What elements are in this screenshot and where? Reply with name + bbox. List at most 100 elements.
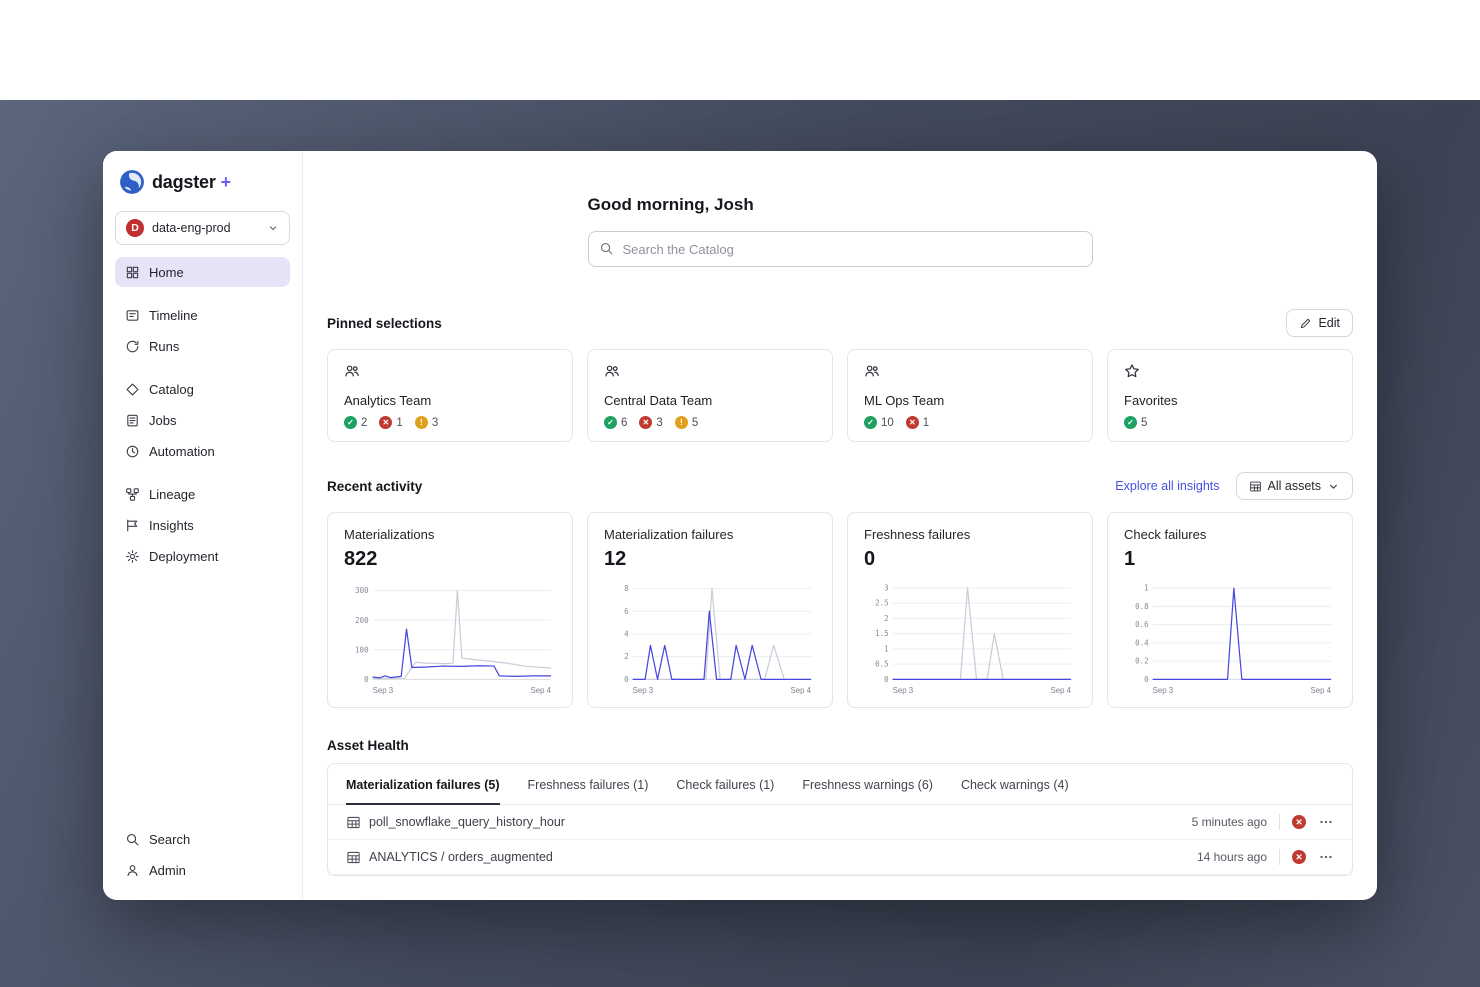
- chart-title: Materializations: [344, 527, 556, 542]
- sidebar-item-jobs[interactable]: Jobs: [115, 405, 290, 435]
- recent-tools: Explore all insights All assets: [1115, 472, 1353, 500]
- asset-health-rows: poll_snowflake_query_history_hour5 minut…: [328, 805, 1352, 875]
- sidebar-item-label: Search: [149, 832, 190, 847]
- pinned-card-title: ML Ops Team: [864, 393, 1076, 408]
- sidebar-item-deployment[interactable]: Deployment: [115, 541, 290, 571]
- status-badge-error: ✕1: [379, 416, 402, 429]
- badge-count: 6: [621, 417, 627, 429]
- workspace-name: data-eng-prod: [152, 221, 259, 235]
- sidebar-item-insights[interactable]: Insights: [115, 510, 290, 540]
- svg-text:4: 4: [624, 630, 629, 639]
- badge-count: 10: [881, 417, 894, 429]
- chart-card-check-failures[interactable]: Check failures100.20.40.60.81Sep 3Sep 4: [1107, 512, 1353, 708]
- svg-text:0: 0: [624, 675, 629, 684]
- sidebar-item-home[interactable]: Home: [115, 257, 290, 287]
- insights-icon: [125, 518, 140, 533]
- pinned-card-analytics-team[interactable]: Analytics Team✓2✕1!3: [327, 349, 573, 442]
- asset-health-tabs: Materialization failures (5) Freshness fa…: [328, 764, 1352, 805]
- svg-text:Sep 3: Sep 3: [893, 686, 914, 695]
- svg-text:2.5: 2.5: [875, 599, 889, 608]
- pinned-section-head: Pinned selections Edit: [327, 309, 1353, 337]
- success-dot-icon: ✓: [604, 416, 617, 429]
- edit-button[interactable]: Edit: [1286, 309, 1353, 337]
- divider: [1279, 814, 1280, 830]
- sidebar-item-admin[interactable]: Admin: [115, 855, 290, 885]
- jobs-icon: [125, 413, 140, 428]
- asset-row-right: 5 minutes ago ✕: [1192, 814, 1334, 830]
- pinned-card-badges: ✓2 ✕1 !3: [344, 416, 556, 429]
- badge-count: 1: [923, 417, 929, 429]
- badge-count: 3: [656, 417, 662, 429]
- svg-text:8: 8: [624, 584, 629, 593]
- badge-count: 2: [361, 417, 367, 429]
- success-dot-icon: ✓: [864, 416, 877, 429]
- asset-row[interactable]: ANALYTICS / orders_augmented 14 hours ago…: [328, 840, 1352, 875]
- status-badge-success: ✓6: [604, 416, 627, 429]
- home-grid-icon: [125, 265, 140, 280]
- status-badge-warning: !3: [415, 416, 438, 429]
- sidebar-item-catalog[interactable]: Catalog: [115, 374, 290, 404]
- sidebar-item-automation[interactable]: Automation: [115, 436, 290, 466]
- tab-freshness-failures-1[interactable]: Freshness failures (1): [528, 764, 649, 804]
- sidebar-item-timeline[interactable]: Timeline: [115, 300, 290, 330]
- warning-dot-icon: !: [415, 416, 428, 429]
- tab-materialization-failures-5[interactable]: Materialization failures (5): [346, 764, 500, 804]
- runs-icon: [125, 339, 140, 354]
- chart-card-materializations[interactable]: Materializations8220100200300Sep 3Sep 4: [327, 512, 573, 708]
- chart-card-materialization-failures[interactable]: Materialization failures1202468Sep 3Sep …: [587, 512, 833, 708]
- app-plus-badge: +: [221, 172, 232, 193]
- error-dot-icon: ✕: [906, 416, 919, 429]
- recent-section-head: Recent activity Explore all insights All…: [327, 472, 1353, 500]
- svg-text:Sep 3: Sep 3: [1153, 686, 1174, 695]
- chart-title: Check failures: [1124, 527, 1336, 542]
- row-menu-button[interactable]: [1318, 849, 1334, 865]
- search-icon: [125, 832, 140, 847]
- chart-cards: Materializations8220100200300Sep 3Sep 4M…: [327, 512, 1353, 708]
- sidebar-item-lineage[interactable]: Lineage: [115, 479, 290, 509]
- svg-text:6: 6: [624, 607, 629, 616]
- sidebar-item-label: Timeline: [149, 308, 198, 323]
- pinned-card-ml-ops-team[interactable]: ML Ops Team ✓ 10 ✕ 1: [847, 349, 1093, 442]
- status-badge-success: ✓2: [344, 416, 367, 429]
- sidebar-item-label: Insights: [149, 518, 194, 533]
- dagster-logo: dagster +: [103, 151, 302, 209]
- svg-text:3: 3: [884, 583, 889, 592]
- error-status-icon: ✕: [1292, 815, 1306, 829]
- sidebar-item-search[interactable]: Search: [115, 824, 290, 854]
- asset-time: 5 minutes ago: [1192, 815, 1267, 829]
- workspace-avatar: D: [126, 219, 144, 237]
- search-input[interactable]: [588, 231, 1093, 267]
- tab-freshness-warnings-6[interactable]: Freshness warnings (6): [802, 764, 933, 804]
- svg-text:0: 0: [1144, 675, 1149, 684]
- all-assets-dropdown[interactable]: All assets: [1236, 472, 1354, 500]
- explore-insights-link[interactable]: Explore all insights: [1115, 479, 1219, 493]
- workspace-selector[interactable]: D data-eng-prod: [115, 211, 290, 245]
- success-dot-icon: ✓: [1124, 416, 1137, 429]
- pinned-card-central-data-team[interactable]: Central Data Team✓6✕3!5: [587, 349, 833, 442]
- pinned-title: Pinned selections: [327, 316, 442, 331]
- sidebar-nav: Home Timeline Runs CatalogJobs Automation Lin…: [103, 253, 302, 572]
- asset-row-right: 14 hours ago✕: [1197, 849, 1334, 865]
- star-icon: [1124, 363, 1140, 379]
- pinned-card-favorites[interactable]: Favorites✓5: [1107, 349, 1353, 442]
- asset-row-left: ANALYTICS / orders_augmented: [346, 850, 553, 865]
- table-icon: [346, 850, 361, 865]
- asset-row[interactable]: poll_snowflake_query_history_hour5 minut…: [328, 805, 1352, 840]
- svg-text:Sep 3: Sep 3: [633, 686, 654, 695]
- tab-check-failures-1[interactable]: Check failures (1): [676, 764, 774, 804]
- sidebar-item-label: Deployment: [149, 549, 218, 564]
- status-badge-success: ✓ 10: [864, 416, 894, 429]
- chevron-down-icon: [1327, 480, 1340, 493]
- dagster-logo-icon: [119, 169, 145, 195]
- sidebar-item-runs[interactable]: Runs: [115, 331, 290, 361]
- sidebar-item-label: Automation: [149, 444, 215, 459]
- status-badge-success: ✓5: [1124, 416, 1147, 429]
- row-menu-button[interactable]: [1318, 814, 1334, 830]
- tab-check-warnings-4[interactable]: Check warnings (4): [961, 764, 1069, 804]
- svg-text:0.8: 0.8: [1135, 602, 1149, 611]
- chart-card-freshness-failures[interactable]: Freshness failures000.511.522.53Sep 3Sep…: [847, 512, 1093, 708]
- asset-health-card: Materialization failures (5) Freshness fa…: [327, 763, 1353, 876]
- svg-text:300: 300: [355, 586, 369, 595]
- pinned-card-badges: ✓5: [1124, 416, 1336, 429]
- svg-text:1: 1: [1144, 584, 1149, 593]
